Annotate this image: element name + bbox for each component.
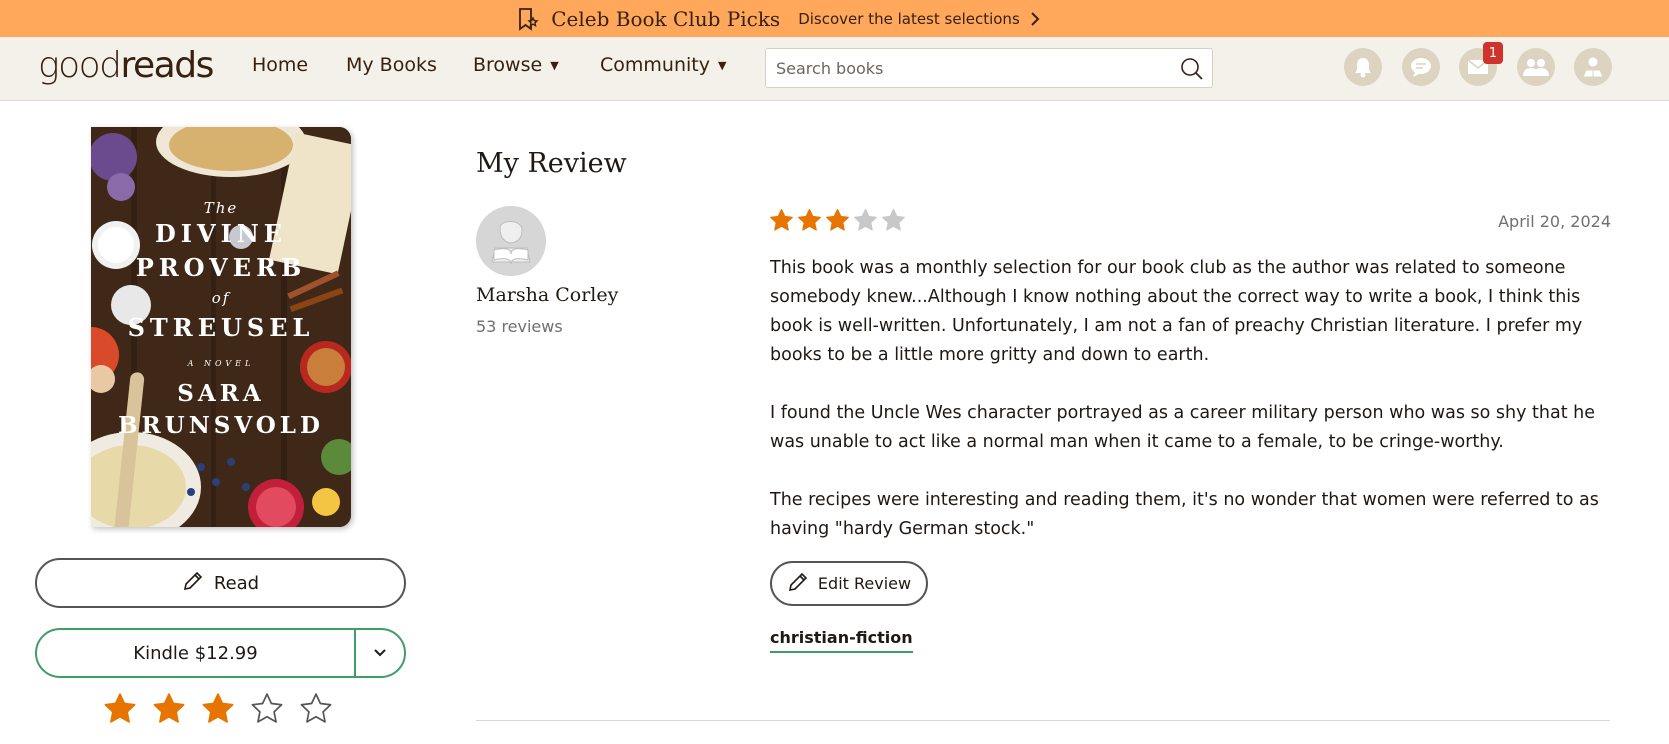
chevron-right-icon[interactable] bbox=[1030, 10, 1044, 28]
cover-the: The bbox=[203, 199, 239, 217]
cover-text: The DIVINE PROVERB of STREUSEL A NOVEL S… bbox=[91, 127, 351, 527]
star-icon-empty bbox=[853, 208, 878, 233]
promo-banner[interactable]: Celeb Book Club Picks Discover the lates… bbox=[0, 0, 1669, 37]
shelf-tag[interactable]: christian-fiction bbox=[770, 628, 913, 653]
cover-author-line2: BRUNSVOLD bbox=[118, 412, 324, 439]
profile-icon[interactable] bbox=[1574, 48, 1612, 86]
book-cover[interactable]: The DIVINE PROVERB of STREUSEL A NOVEL S… bbox=[91, 127, 351, 527]
nav-home[interactable]: Home bbox=[252, 54, 308, 76]
star-icon-filled bbox=[769, 208, 794, 233]
messages-icon[interactable]: 1 bbox=[1459, 42, 1503, 86]
section-title: My Review bbox=[476, 148, 627, 179]
star-icon-filled[interactable] bbox=[103, 692, 137, 726]
kindle-buy-button[interactable]: Kindle $12.99 bbox=[37, 630, 356, 676]
cover-author-line1: SARA bbox=[177, 380, 265, 407]
kindle-price-label: Kindle $12.99 bbox=[133, 642, 258, 664]
avatar[interactable] bbox=[476, 206, 546, 276]
review-paragraph: This book was a monthly selection for ou… bbox=[770, 258, 1583, 365]
star-icon-empty[interactable] bbox=[250, 692, 284, 726]
star-icon-empty[interactable] bbox=[299, 692, 333, 726]
review-paragraph: I found the Uncle Wes character portraye… bbox=[770, 403, 1595, 452]
star-icon-filled bbox=[825, 208, 850, 233]
nav-community[interactable]: Community ▼ bbox=[600, 54, 726, 76]
nav-browse[interactable]: Browse ▼ bbox=[473, 54, 559, 76]
pencil-icon bbox=[787, 571, 809, 597]
promo-title[interactable]: Celeb Book Club Picks bbox=[551, 7, 780, 31]
bookmark-star-icon bbox=[515, 6, 541, 32]
caret-down-icon: ▼ bbox=[550, 58, 559, 72]
chevron-down-icon[interactable] bbox=[356, 630, 404, 676]
review-body: This book was a monthly selection for ou… bbox=[770, 254, 1600, 573]
read-status-label: Read bbox=[213, 572, 260, 594]
section-divider bbox=[476, 720, 1610, 721]
kindle-buy-button-group: Kindle $12.99 bbox=[35, 628, 406, 678]
edit-review-label: Edit Review bbox=[817, 574, 912, 593]
promo-subtitle[interactable]: Discover the latest selections bbox=[798, 10, 1020, 28]
star-icon-filled bbox=[797, 208, 822, 233]
review-rating-stars bbox=[769, 208, 906, 233]
cover-title-line1: DIVINE bbox=[154, 219, 288, 248]
messages-badge: 1 bbox=[1483, 42, 1503, 64]
star-icon-filled[interactable] bbox=[201, 692, 235, 726]
star-icon-filled[interactable] bbox=[152, 692, 186, 726]
site-header: goodreads Home My Books Browse ▼ Communit… bbox=[0, 37, 1669, 101]
search-box bbox=[765, 48, 1213, 88]
review-date[interactable]: April 20, 2024 bbox=[1498, 212, 1611, 231]
friends-icon[interactable] bbox=[1517, 48, 1555, 86]
caret-down-icon: ▼ bbox=[717, 58, 727, 72]
edit-review-button[interactable]: Edit Review bbox=[770, 561, 928, 606]
reviewer-review-count: 53 reviews bbox=[476, 317, 563, 336]
search-icon[interactable] bbox=[1180, 57, 1204, 81]
read-status-button[interactable]: Read bbox=[35, 558, 406, 608]
nav-my-books[interactable]: My Books bbox=[346, 54, 437, 76]
cover-title-line3: STREUSEL bbox=[127, 313, 315, 342]
star-icon-empty bbox=[881, 208, 906, 233]
notifications-icon[interactable] bbox=[1344, 48, 1382, 86]
cover-novel: A NOVEL bbox=[187, 359, 255, 368]
reviewer-name[interactable]: Marsha Corley bbox=[476, 284, 618, 306]
review-paragraph: The recipes were interesting and reading… bbox=[770, 490, 1599, 539]
cover-of: of bbox=[211, 289, 231, 307]
goodreads-logo[interactable]: goodreads bbox=[38, 45, 214, 86]
pencil-icon bbox=[182, 570, 204, 597]
search-input[interactable] bbox=[776, 49, 1176, 87]
discussions-icon[interactable] bbox=[1402, 48, 1440, 86]
cover-title-line2: PROVERB bbox=[135, 253, 307, 282]
user-rating-stars[interactable] bbox=[103, 692, 333, 726]
